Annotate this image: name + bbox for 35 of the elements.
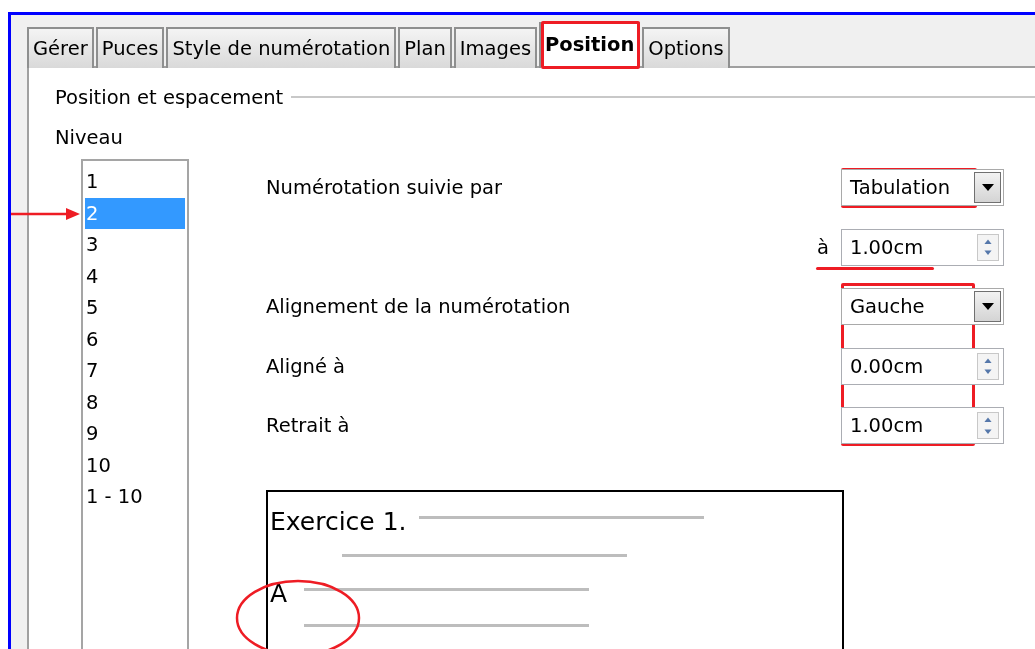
dropdown[interactable]: Tabulation [841, 169, 1004, 207]
level-item[interactable]: 5 [85, 292, 185, 324]
field-label: Alignement de la numérotation [266, 295, 572, 319]
spin-field[interactable]: 0.00cm [841, 347, 1004, 385]
tab[interactable]: Position [539, 22, 641, 68]
spin-arrows-icon [977, 352, 999, 380]
tab[interactable]: Plan [398, 27, 452, 68]
field-label: Aligné à [266, 354, 347, 378]
level-item[interactable]: 8 [85, 386, 185, 418]
level-item[interactable]: 9 [85, 418, 185, 450]
field-label: Numérotation suivie par [266, 176, 504, 200]
field-label: à [817, 235, 829, 259]
level-item[interactable]: 3 [85, 229, 185, 261]
level-item[interactable]: 6 [85, 323, 185, 355]
tab[interactable]: Images [453, 27, 538, 68]
group-title: Position et espacement [55, 85, 284, 109]
level-item[interactable]: 10 [85, 449, 185, 481]
tab[interactable]: Options [642, 27, 730, 68]
tab[interactable]: Style de numérotation [166, 27, 397, 68]
level-item[interactable]: 1 [85, 166, 185, 198]
spin-field[interactable]: 1.00cm [841, 407, 1004, 445]
preview-item: A [270, 579, 289, 608]
tab[interactable]: Puces [95, 27, 165, 68]
level-item[interactable]: 1 - 10 [85, 481, 185, 513]
field-label: Retrait à [266, 414, 351, 438]
level-label: Niveau [55, 126, 123, 149]
spin-arrows-icon [977, 233, 999, 261]
tab[interactable]: Gérer [27, 27, 94, 68]
preview-heading: Exercice 1. [270, 507, 407, 536]
dropdown[interactable]: Gauche [841, 288, 1004, 326]
caret-icon [974, 291, 1001, 323]
caret-icon [974, 172, 1001, 204]
level-item[interactable]: 7 [85, 355, 185, 387]
level-item[interactable]: 4 [85, 260, 185, 292]
spin-arrows-icon [977, 412, 999, 440]
